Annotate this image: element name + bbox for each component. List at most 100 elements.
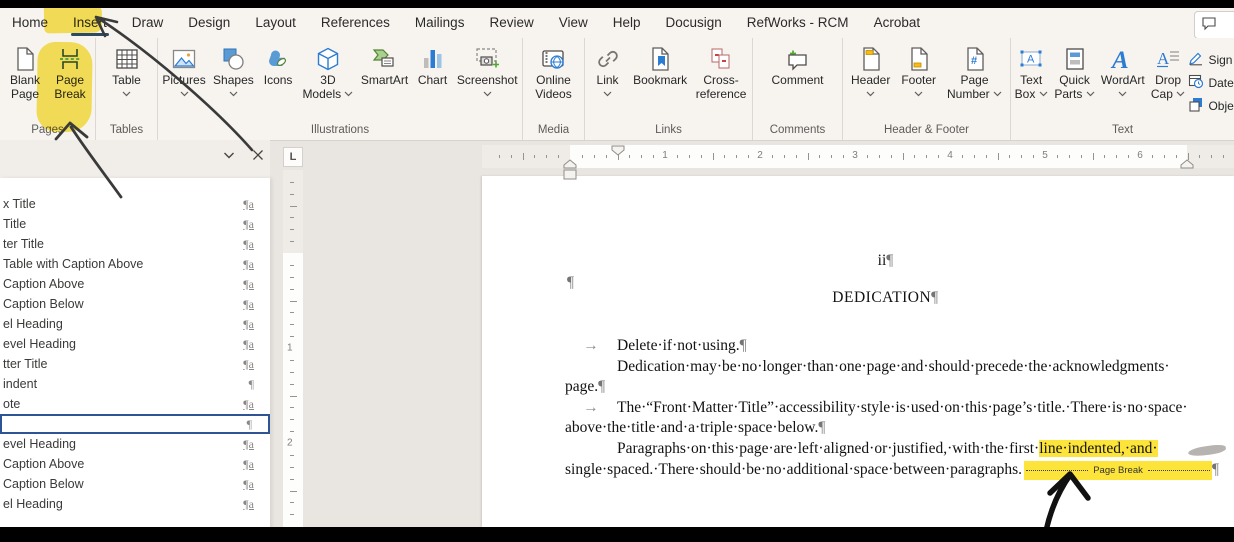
smartart-icon: [370, 44, 398, 74]
wordart-icon: A: [1109, 44, 1137, 74]
style-row[interactable]: ter Title ¶a: [0, 234, 270, 254]
ruler-number: 2: [757, 150, 763, 161]
ruler-number: 1: [662, 150, 668, 161]
obje-button[interactable]: Obje: [1188, 96, 1234, 115]
paragraph-style-glyph: ¶a: [243, 456, 254, 471]
online-videos-button[interactable]: Online Videos: [532, 43, 574, 102]
paragraph-style-glyph: ¶a: [243, 296, 254, 311]
styles-pane: x Title ¶a Title ¶a ter Title ¶a Table with Ca…: [0, 140, 270, 542]
icons-button[interactable]: Icons: [258, 43, 298, 89]
menu-tab-help[interactable]: Help: [611, 8, 643, 38]
page-number-button[interactable]: # Page Number: [944, 43, 1005, 102]
3d-models-button[interactable]: 3D Models: [299, 43, 356, 102]
header-button[interactable]: Header: [848, 43, 893, 102]
vruler-text-band: [283, 253, 303, 527]
pictures-button[interactable]: Pictures: [159, 43, 208, 102]
blank-page-icon: [11, 44, 39, 74]
ribbon-group-label: Tables: [109, 124, 144, 136]
table-button[interactable]: Table: [107, 43, 147, 102]
link-button[interactable]: Link: [588, 43, 628, 102]
style-row[interactable]: Caption Above ¶a: [0, 274, 270, 294]
shapes-button[interactable]: Shapes: [210, 43, 257, 102]
quick-parts-button[interactable]: Quick Parts: [1051, 43, 1097, 102]
pictures-icon: [170, 44, 198, 74]
style-row[interactable]: Caption Above ¶a: [0, 454, 270, 474]
vertical-ruler[interactable]: 12: [283, 170, 303, 527]
style-row[interactable]: tter Title ¶a: [0, 354, 270, 374]
style-row[interactable]: Table with Caption Above ¶a: [0, 254, 270, 274]
style-row[interactable]: x Title ¶a: [0, 194, 270, 214]
header-icon: [857, 44, 885, 74]
document-text-line: → Delete·if·not·using.¶: [565, 337, 1205, 358]
footer-icon: [905, 44, 933, 74]
screenshot-button[interactable]: Screenshot: [454, 43, 521, 102]
bookmark-button[interactable]: Bookmark: [630, 43, 690, 89]
style-row[interactable]: Caption Below ¶a: [0, 474, 270, 494]
close-icon[interactable]: [249, 148, 267, 166]
menu-tab-layout[interactable]: Layout: [253, 8, 298, 38]
ribbon-group-label: Illustrations: [310, 124, 370, 136]
style-row[interactable]: Title ¶a: [0, 214, 270, 234]
text-box-button[interactable]: A Text Box: [1011, 43, 1051, 102]
tab-selector[interactable]: L: [283, 147, 303, 167]
smartart-button[interactable]: SmartArt: [358, 43, 411, 89]
paragraph-style-glyph: ¶a: [243, 216, 254, 231]
menu-tab-references[interactable]: References: [319, 8, 392, 38]
menu-tab-design[interactable]: Design: [186, 8, 232, 38]
style-row[interactable]: Caption Below ¶a: [0, 294, 270, 314]
menu-tab-refworks-rcm[interactable]: RefWorks - RCM: [745, 8, 851, 38]
ribbon-group-header-footer: Header Footer # Page Number Header & Footer: [843, 38, 1011, 140]
style-row-selected[interactable]: ¶: [0, 414, 270, 434]
drop-cap-button[interactable]: A Drop Cap: [1148, 43, 1188, 102]
style-row[interactable]: ote ¶a: [0, 394, 270, 414]
ruler-number: 2: [287, 437, 293, 449]
ribbon-group-tables: Table Tables: [96, 38, 158, 140]
horizontal-ruler[interactable]: 1 2 3 4 5 6: [306, 145, 1234, 168]
paragraph-style-glyph: ¶a: [243, 476, 254, 491]
sign-button[interactable]: Sign: [1188, 50, 1233, 69]
chevron-down-icon: [483, 88, 492, 102]
signature-icon: [1188, 50, 1204, 69]
document-page[interactable]: ii¶ ¶ DEDICATION¶ → Delete·if·not·using.¶…: [482, 176, 1234, 527]
ruler-number: 1: [287, 342, 293, 354]
text-box-icon: A: [1017, 44, 1045, 74]
paragraph-style-glyph: ¶a: [243, 196, 254, 211]
chevron-down-icon[interactable]: [220, 148, 238, 166]
chevron-down-icon: [122, 88, 131, 102]
bookmark-icon: [646, 44, 674, 74]
paragraph-mark: ¶: [818, 419, 826, 437]
cross-reference-icon: [707, 44, 735, 74]
menu-tab-mailings[interactable]: Mailings: [413, 8, 467, 38]
style-row[interactable]: el Heading ¶a: [0, 494, 270, 514]
comment-button[interactable]: Comment: [768, 43, 826, 89]
menu-tab-docusign[interactable]: Docusign: [664, 8, 724, 38]
menu-tab-review[interactable]: Review: [487, 8, 535, 38]
page-break-marker: Page Break: [1024, 460, 1213, 480]
style-row[interactable]: indent ¶: [0, 374, 270, 394]
comments-button[interactable]: [1194, 11, 1234, 39]
page-break-button-marker-highlight: [36, 41, 93, 133]
chevron-down-icon: [180, 88, 189, 102]
chevron-down-icon: [229, 88, 238, 102]
menu-tab-view[interactable]: View: [557, 8, 590, 38]
ruler-number: 5: [1042, 150, 1048, 161]
footer-button[interactable]: Footer: [898, 43, 939, 102]
comment-icon: [783, 44, 811, 74]
wordart-button[interactable]: A WordArt: [1098, 43, 1148, 102]
highlighted-text: line·indented,·and·: [1039, 439, 1158, 457]
style-row[interactable]: evel Heading ¶a: [0, 334, 270, 354]
style-row[interactable]: el Heading ¶a: [0, 314, 270, 334]
3d-models-icon: [314, 44, 342, 74]
menu-tab-acrobat[interactable]: Acrobat: [872, 8, 923, 38]
date-button[interactable]: Date: [1188, 73, 1234, 92]
style-row[interactable]: evel Heading ¶a: [0, 434, 270, 454]
screenshot-icon: [473, 44, 501, 74]
link-icon: [594, 44, 622, 74]
ribbon-insert-panel: BlankPagePageBreakPagesTableTablesPictur…: [0, 38, 1234, 141]
paragraph-style-glyph: ¶a: [243, 316, 254, 331]
cross-reference-button[interactable]: Cross-reference: [693, 43, 750, 102]
chart-button[interactable]: Chart: [413, 43, 453, 89]
ribbon-group-label: Links: [655, 124, 682, 136]
document-title: DEDICATION¶: [832, 289, 939, 306]
menu-tab-draw[interactable]: Draw: [130, 8, 166, 38]
